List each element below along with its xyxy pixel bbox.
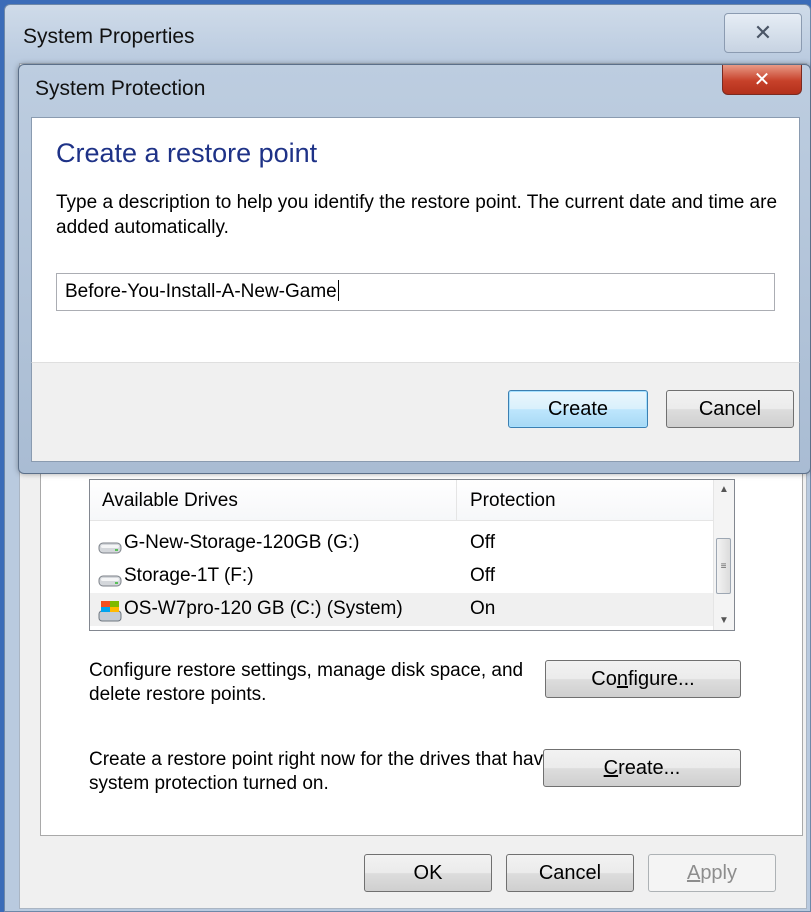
scrollbar-thumb[interactable]: ≡ [716, 538, 731, 594]
hard-drive-icon [98, 575, 122, 587]
drive-protection-status: On [470, 598, 496, 619]
apply-button[interactable]: Apply [648, 854, 776, 892]
drives-scrollbar[interactable]: ▲ ≡ ▼ [713, 480, 734, 630]
dialog-cancel-button[interactable]: Cancel [666, 390, 794, 428]
create-button-label-post: reate... [618, 756, 681, 779]
drive-row[interactable]: Storage-1T (F:) Off [90, 560, 713, 593]
drive-row-selected[interactable]: OS-W7pro-120 GB (C:) (System) On [90, 593, 713, 626]
create-restore-point-button[interactable]: Create... [543, 749, 741, 787]
available-drives-list[interactable]: Available Drives Protection G-New-Storag… [89, 479, 735, 631]
configure-button-label-post: figure... [628, 667, 695, 690]
configure-button[interactable]: Co n figure... [545, 660, 741, 698]
configure-button-label-pre: Co [591, 667, 617, 690]
system-protection-dialog: System Protection ✕ Create a restore poi… [18, 64, 811, 474]
create-description: Create a restore point right now for the… [89, 749, 554, 794]
window-title: System Properties [23, 25, 195, 48]
dialog-close-button[interactable]: ✕ [722, 65, 802, 95]
column-separator [456, 480, 457, 520]
scroll-down-icon[interactable]: ▼ [719, 615, 729, 626]
dialog-footer: Create Cancel [31, 362, 800, 462]
input-value: Before-You-Install-A-New-Game [65, 281, 337, 302]
close-button[interactable]: ✕ [724, 13, 802, 53]
configure-description: Configure restore settings, manage disk … [89, 660, 524, 705]
scroll-up-icon[interactable]: ▲ [719, 484, 729, 495]
dialog-title: System Protection [35, 77, 206, 100]
drive-name: Storage-1T (F:) [124, 565, 254, 586]
configure-button-mnemonic: n [616, 667, 628, 690]
close-icon: ✕ [753, 69, 771, 91]
drive-name: G-New-Storage-120GB (G:) [124, 532, 360, 553]
drive-protection-status: Off [470, 565, 495, 586]
column-header-protection[interactable]: Protection [470, 490, 556, 512]
drives-list-header: Available Drives Protection [90, 480, 713, 521]
dialog-description: Type a description to help you identify … [56, 192, 778, 238]
restore-point-description-input[interactable]: Before-You-Install-A-New-Game [56, 273, 775, 311]
dialog-content: Create a restore point Type a descriptio… [31, 117, 800, 362]
apply-button-label-post: pply [700, 861, 738, 884]
dialog-heading: Create a restore point [56, 138, 318, 168]
column-header-available-drives[interactable]: Available Drives [102, 490, 238, 512]
drive-name: OS-W7pro-120 GB (C:) (System) [124, 598, 403, 619]
create-button[interactable]: Create [508, 390, 648, 428]
close-icon: ✕ [753, 20, 773, 45]
drive-row[interactable]: G-New-Storage-120GB (G:) Off [90, 527, 713, 560]
text-caret [337, 280, 339, 301]
create-button-mnemonic: C [603, 756, 619, 779]
ok-button[interactable]: OK [364, 854, 492, 892]
system-drive-icon [98, 601, 122, 622]
cancel-button[interactable]: Cancel [506, 854, 634, 892]
hard-drive-icon [98, 542, 122, 554]
apply-button-mnemonic: A [686, 861, 701, 884]
drive-protection-status: Off [470, 532, 495, 553]
